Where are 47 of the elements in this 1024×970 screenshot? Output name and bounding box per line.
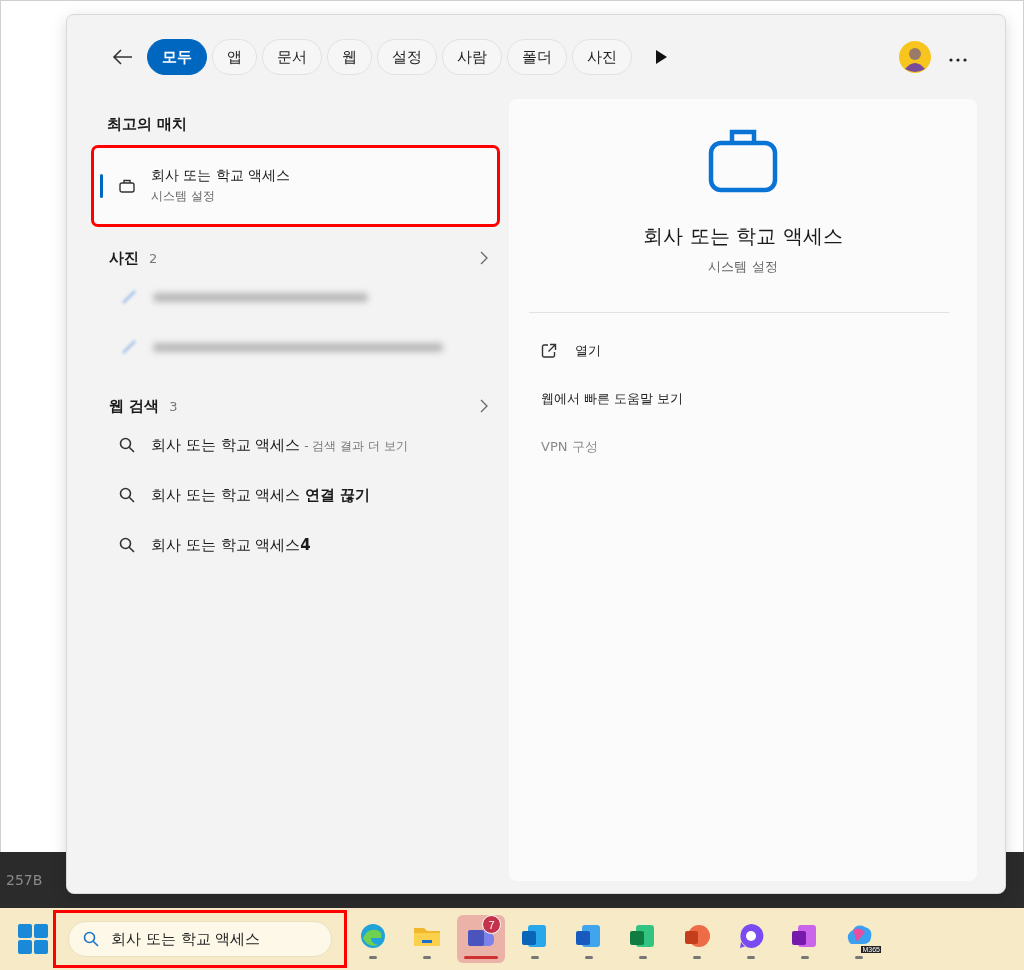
filter-tab[interactable]: 모두: [147, 39, 207, 75]
result-count: 3: [169, 398, 178, 414]
filter-tab[interactable]: 사람: [442, 39, 502, 75]
briefcase-icon: [119, 179, 135, 193]
start-button[interactable]: [18, 924, 48, 954]
search-icon: [119, 437, 135, 453]
briefcase-icon: [708, 127, 778, 193]
avatar-icon[interactable]: [899, 41, 931, 73]
search-field[interactable]: 회사 또는 학교 액세스: [68, 921, 332, 957]
filter-tab[interactable]: 폴더: [507, 39, 567, 75]
filter-tab[interactable]: 문서: [262, 39, 322, 75]
web-search-suggestion[interactable]: 회사 또는 학교 액세스 연결 끊기: [151, 485, 371, 505]
chevron-right-icon[interactable]: [479, 399, 489, 413]
web-search-suggestion[interactable]: 회사 또는 학교 액세스 - 검색 결과 더 보기: [151, 435, 408, 455]
notification-badge: 7: [482, 915, 501, 934]
section-heading: 사진: [109, 248, 139, 268]
filter-tab[interactable]: 앱: [212, 39, 257, 75]
filter-tab[interactable]: 설정: [377, 39, 437, 75]
action-link[interactable]: 열기: [541, 327, 601, 375]
best-match-item[interactable]: 회사 또는 학교 액세스 시스템 설정: [94, 148, 497, 224]
search-icon: [119, 487, 135, 503]
taskbar-app-button[interactable]: 7: [457, 915, 505, 963]
open-external-icon: [541, 343, 557, 359]
result-subtitle: 시스템 설정: [151, 188, 216, 205]
size-label: 257B: [6, 872, 43, 888]
search-icon: [83, 931, 99, 947]
image-file-icon: [121, 339, 137, 355]
result-title: 회사 또는 학교 액세스: [151, 167, 291, 185]
filter-tab[interactable]: 웹: [327, 39, 372, 75]
web-search-suggestion[interactable]: 회사 또는 학교 액세스4: [151, 535, 311, 555]
result-count: 2: [149, 250, 158, 266]
filter-tab[interactable]: 사진: [572, 39, 632, 75]
more-dots-icon: [949, 58, 967, 62]
chevron-right-icon[interactable]: [479, 251, 489, 265]
slides-icon: [685, 924, 710, 947]
cloud-icon: [847, 925, 872, 944]
action-link[interactable]: 웹에서 빠른 도움말 보기: [541, 375, 684, 423]
search-icon: [119, 537, 135, 553]
image-file-icon: [121, 289, 137, 305]
chat-bubble-icon: [740, 923, 764, 948]
detail-subtitle: 시스템 설정: [708, 258, 778, 276]
swirl-icon: [361, 923, 385, 948]
more-filters-button[interactable]: [654, 49, 668, 65]
folder-icon: [414, 927, 440, 946]
section-heading: 최고의 매치: [107, 114, 188, 134]
section-heading: 웹 검색: [109, 396, 160, 416]
detail-title: 회사 또는 학교 액세스: [643, 223, 843, 250]
